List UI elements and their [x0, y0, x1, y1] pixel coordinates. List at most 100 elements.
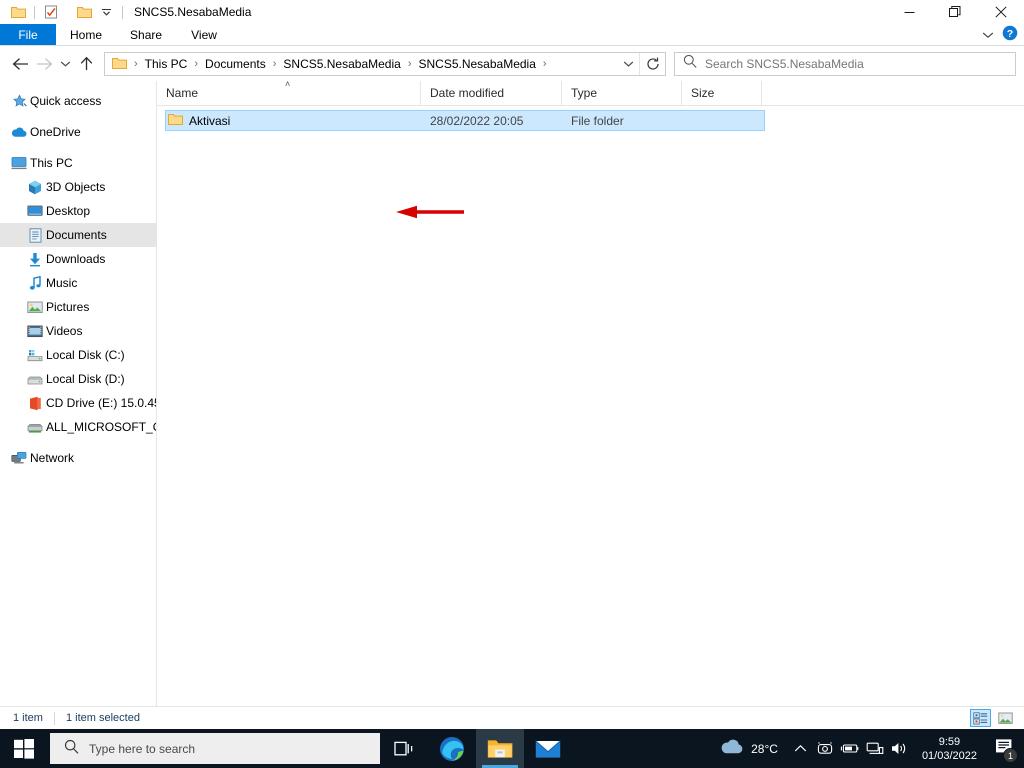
- breadcrumb-separator-2[interactable]: ›: [268, 58, 282, 70]
- sidebar-item-onedrive[interactable]: OneDrive: [0, 120, 156, 144]
- help-icon[interactable]: ?: [1002, 25, 1018, 46]
- mail-icon[interactable]: [524, 729, 572, 768]
- network-drive-icon: [24, 421, 46, 434]
- properties-icon[interactable]: [40, 2, 62, 22]
- qat-divider-3: [122, 5, 123, 19]
- tray-temperature: 28°C: [751, 741, 778, 756]
- clock-time: 9:59: [938, 735, 961, 748]
- sidebar-item-documents[interactable]: Documents: [0, 223, 156, 247]
- cloud-icon: [720, 738, 744, 760]
- taskbar-clock[interactable]: 9:59 01/03/2022: [913, 735, 986, 763]
- search-input[interactable]: Search SNCS5.NesabaMedia: [705, 57, 864, 71]
- breadcrumb-folder-icon[interactable]: [109, 57, 129, 70]
- column-label-name: Name: [166, 86, 199, 100]
- notifications-button[interactable]: 1: [986, 729, 1022, 768]
- ribbon-collapse-icon[interactable]: [982, 26, 994, 44]
- breadcrumb-bar[interactable]: › This PC › Documents › SNCS5.NesabaMedi…: [104, 51, 666, 76]
- sidebar-item-this-pc[interactable]: This PC: [0, 151, 156, 175]
- sidebar-item-downloads[interactable]: Downloads: [0, 247, 156, 271]
- column-headers: Name ˄ Date modified Type Size: [157, 79, 1024, 106]
- breadcrumb-item-documents[interactable]: Documents: [203, 57, 268, 71]
- chevron-down-icon[interactable]: [95, 2, 117, 22]
- documents-icon: [24, 227, 46, 243]
- breadcrumb-item-sncs5-2[interactable]: SNCS5.NesabaMedia: [416, 57, 537, 71]
- recent-locations-icon[interactable]: [56, 52, 74, 76]
- tray-weather[interactable]: 28°C: [714, 738, 788, 760]
- cloud-icon: [8, 126, 30, 138]
- start-button[interactable]: [0, 729, 48, 768]
- breadcrumb-separator-1[interactable]: ›: [189, 58, 203, 70]
- status-selection: 1 item selected: [65, 712, 140, 724]
- sidebar-item-network[interactable]: Network: [0, 446, 156, 470]
- file-name-cell[interactable]: Aktivasi: [166, 113, 430, 129]
- sidebar-label-all-microsoft-o: ALL_MICROSOFT_O: [46, 420, 156, 434]
- column-header-size[interactable]: Size: [682, 81, 762, 105]
- notification-badge: 1: [1003, 748, 1018, 763]
- breadcrumb-item-this-pc[interactable]: This PC: [143, 57, 190, 71]
- sort-ascending-caret-icon: ˄: [285, 79, 291, 89]
- sidebar-item-all-microsoft-o[interactable]: ALL_MICROSOFT_O: [0, 415, 156, 439]
- address-dropdown-icon[interactable]: [617, 53, 639, 75]
- sidebar-gap-1: [0, 113, 156, 120]
- sidebar-item-3d-objects[interactable]: 3D Objects: [0, 175, 156, 199]
- column-header-name[interactable]: Name ˄: [157, 79, 421, 105]
- sidebar-gap-3: [0, 439, 156, 446]
- new-folder-icon[interactable]: [73, 2, 95, 22]
- details-view-button[interactable]: [970, 709, 991, 727]
- navigation-pane: Quick access OneDrive This PC 3D Objects…: [0, 81, 157, 706]
- forward-button[interactable]: [32, 52, 56, 76]
- back-button[interactable]: [8, 52, 32, 76]
- sidebar-item-videos[interactable]: Videos: [0, 319, 156, 343]
- tab-share[interactable]: Share: [116, 24, 176, 45]
- search-box[interactable]: Search SNCS5.NesabaMedia: [674, 51, 1016, 76]
- column-header-type[interactable]: Type: [562, 81, 682, 105]
- breadcrumb-separator-3[interactable]: ›: [403, 58, 417, 70]
- tab-view[interactable]: View: [176, 24, 232, 45]
- refresh-icon[interactable]: [639, 52, 665, 75]
- maximize-restore-button[interactable]: [932, 0, 978, 24]
- search-icon: [64, 739, 79, 759]
- address-bar: › This PC › Documents › SNCS5.NesabaMedi…: [0, 46, 1024, 81]
- sidebar-item-local-disk-c[interactable]: Local Disk (C:): [0, 343, 156, 367]
- music-note-icon: [24, 275, 46, 291]
- cube-icon: [24, 180, 46, 195]
- search-icon: [683, 54, 697, 73]
- folder-icon[interactable]: [7, 2, 29, 22]
- volume-icon[interactable]: [888, 729, 913, 768]
- breadcrumb-item-sncs5-1[interactable]: SNCS5.NesabaMedia: [281, 57, 402, 71]
- up-button[interactable]: [74, 52, 98, 76]
- monitor-icon: [8, 156, 30, 170]
- sidebar-item-desktop[interactable]: Desktop: [0, 199, 156, 223]
- tray-expand-chevron-icon[interactable]: [788, 729, 813, 768]
- file-date-cell: 28/02/2022 20:05: [430, 113, 524, 128]
- qat-divider-2: [67, 6, 68, 19]
- close-button[interactable]: [978, 0, 1024, 24]
- sidebar-item-quick-access[interactable]: Quick access: [0, 89, 156, 113]
- breadcrumb-separator-0[interactable]: ›: [129, 58, 143, 70]
- sidebar-item-local-disk-d[interactable]: Local Disk (D:): [0, 367, 156, 391]
- file-explorer-icon[interactable]: [476, 729, 524, 768]
- column-header-date-modified[interactable]: Date modified: [421, 81, 562, 105]
- tab-home[interactable]: Home: [56, 24, 116, 45]
- network-icon[interactable]: [863, 729, 888, 768]
- taskbar-search-box[interactable]: Type here to search: [50, 733, 380, 764]
- breadcrumb-separator-4[interactable]: ›: [538, 58, 552, 70]
- file-type-cell: File folder: [571, 113, 624, 128]
- edge-icon[interactable]: [428, 729, 476, 768]
- tab-file[interactable]: File: [0, 24, 56, 45]
- task-view-icon[interactable]: [380, 729, 428, 768]
- sidebar-label-network: Network: [30, 451, 75, 465]
- table-row[interactable]: Aktivasi 28/02/2022 20:05 File folder: [165, 110, 765, 131]
- sidebar-label-downloads: Downloads: [46, 252, 106, 266]
- clock-date: 01/03/2022: [921, 749, 977, 762]
- minimize-button[interactable]: [886, 0, 932, 24]
- taskbar-search-input[interactable]: Type here to search: [89, 742, 195, 756]
- drive-icon: [24, 373, 46, 386]
- battery-icon[interactable]: [838, 729, 863, 768]
- quick-access-toolbar: [0, 2, 128, 22]
- sidebar-item-cd-drive-e[interactable]: CD Drive (E:) 15.0.45: [0, 391, 156, 415]
- camera-icon[interactable]: [813, 729, 838, 768]
- large-icons-view-button[interactable]: [995, 709, 1016, 727]
- sidebar-item-pictures[interactable]: Pictures: [0, 295, 156, 319]
- sidebar-item-music[interactable]: Music: [0, 271, 156, 295]
